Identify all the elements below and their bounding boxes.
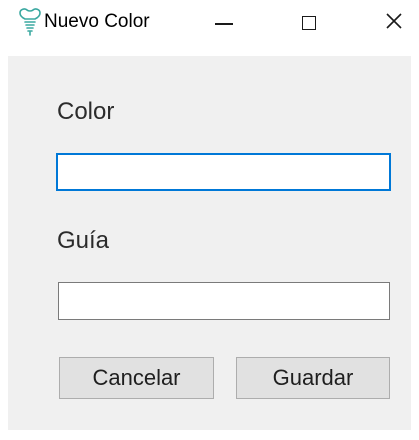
minimize-icon bbox=[215, 23, 233, 25]
form-panel: Color Guía Cancelar Guardar bbox=[8, 56, 411, 430]
cancel-button[interactable]: Cancelar bbox=[59, 357, 214, 399]
close-icon bbox=[385, 12, 403, 35]
color-label: Color bbox=[57, 98, 115, 125]
guia-input[interactable] bbox=[58, 282, 390, 320]
maximize-button[interactable] bbox=[286, 0, 332, 46]
maximize-icon bbox=[302, 16, 316, 30]
color-input[interactable] bbox=[56, 153, 391, 191]
guia-label: Guía bbox=[57, 227, 110, 254]
save-button[interactable]: Guardar bbox=[236, 357, 390, 399]
title-bar[interactable]: Nuevo Color bbox=[0, 0, 419, 46]
window-title: Nuevo Color bbox=[44, 11, 150, 32]
close-button[interactable] bbox=[371, 0, 417, 46]
minimize-button[interactable] bbox=[201, 0, 247, 46]
dialog-window: Nuevo Color Color Guía Cancelar Guardar bbox=[0, 0, 419, 440]
tooth-implant-icon bbox=[18, 8, 42, 36]
